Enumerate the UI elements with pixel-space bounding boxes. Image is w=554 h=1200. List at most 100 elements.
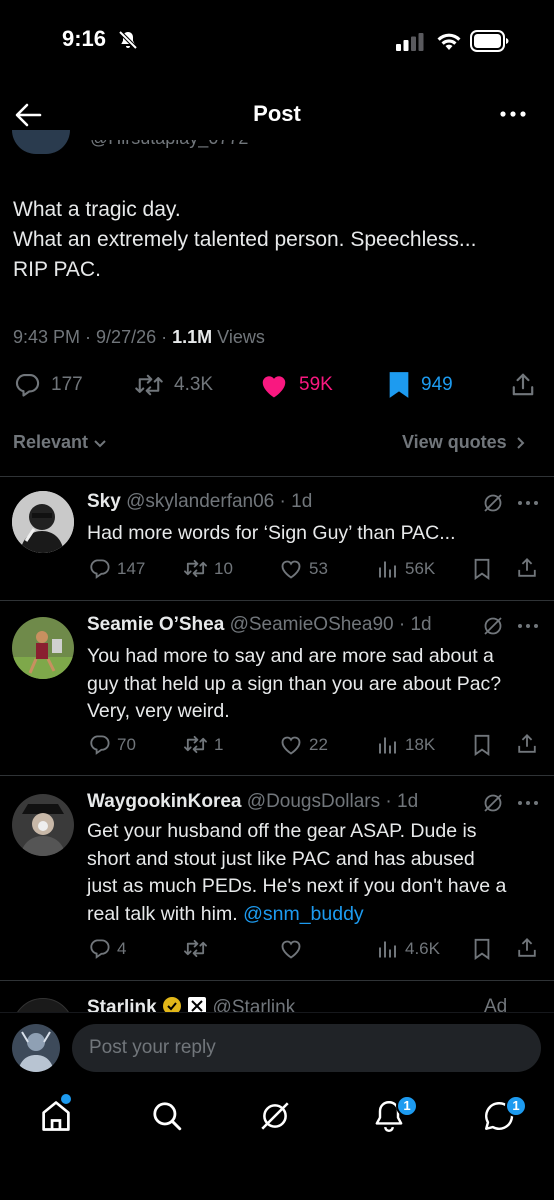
mention-link[interactable]: @snm_buddy (243, 903, 364, 925)
share-icon[interactable] (516, 937, 538, 959)
repost-button[interactable]: 4.3K (134, 371, 213, 399)
repost-icon (135, 374, 163, 396)
views-button[interactable]: 18K (377, 733, 435, 756)
chevron-right-icon (516, 436, 525, 449)
bookmark-button[interactable]: 949 (387, 371, 453, 399)
status-time: 9:16 (62, 26, 107, 51)
grok-icon[interactable] (482, 615, 504, 637)
cellular-signal-icon (396, 33, 424, 51)
repost-count: 10 (214, 558, 233, 578)
more-options-icon[interactable] (498, 102, 528, 126)
more-options-icon[interactable] (516, 621, 540, 631)
reply-author-name[interactable]: WaygookinKorea (87, 791, 242, 812)
repost-icon (184, 735, 207, 754)
views-count: 56K (405, 558, 436, 578)
divider (0, 980, 554, 981)
reply-header: Sky @skylanderfan06 · 1d (87, 491, 313, 512)
author-avatar-cutoff[interactable] (12, 130, 70, 154)
reply-author-name[interactable]: Seamie O’Shea (87, 614, 224, 635)
chevron-down-icon (94, 439, 106, 447)
avatar[interactable] (12, 794, 74, 856)
divider (0, 775, 554, 776)
like-button[interactable] (279, 937, 309, 960)
share-icon[interactable] (516, 557, 538, 579)
repost-button[interactable]: 1 (183, 733, 223, 756)
battery-icon (470, 30, 509, 52)
more-options-icon[interactable] (516, 798, 540, 808)
bookmark-count: 949 (421, 374, 453, 395)
reply-count: 4 (117, 938, 127, 958)
reply-line: Get your husband off the gear ASAP. Dude… (87, 820, 477, 842)
like-button[interactable]: 59K (259, 371, 333, 399)
reply-line: just as much PEDs. He's next if you don'… (87, 875, 507, 897)
home-icon[interactable] (38, 1098, 74, 1134)
page-title: Post (253, 101, 301, 126)
grok-icon[interactable] (258, 1099, 292, 1133)
bookmark-icon[interactable] (472, 938, 492, 960)
sort-label: Relevant (13, 432, 89, 452)
bookmark-icon[interactable] (472, 558, 492, 580)
my-avatar[interactable] (12, 1024, 60, 1072)
like-count: 22 (309, 734, 328, 754)
tweet-time: 9:43 PM (13, 327, 81, 347)
reply-icon (15, 374, 40, 397)
reply-age: 1d (397, 791, 419, 812)
heart-icon (281, 940, 301, 959)
view-quotes-link[interactable]: View quotes (402, 432, 529, 453)
reply-count: 177 (51, 374, 83, 395)
views-icon (379, 941, 396, 958)
sort-dropdown[interactable]: Relevant (13, 432, 109, 453)
reply-line: Very, very weird. (87, 700, 230, 722)
tweet-line: RIP PAC. (13, 258, 101, 281)
grok-icon[interactable] (482, 792, 504, 814)
more-options-icon[interactable] (516, 498, 540, 508)
views-button[interactable]: 4.6K (377, 937, 440, 960)
bookmark-icon[interactable] (472, 734, 492, 756)
reply-line: real talk with him. (87, 902, 238, 925)
reply-line: short and stout just like PAC and has ab… (87, 847, 475, 870)
views-count: 18K (405, 734, 436, 754)
views-count: 4.6K (405, 938, 440, 958)
like-button[interactable]: 22 (279, 733, 328, 756)
like-count: 59K (299, 374, 333, 395)
avatar[interactable] (12, 617, 74, 679)
reply-header: Seamie O’Shea @SeamieOShea90 · 1d (87, 614, 432, 635)
reply-icon (90, 939, 110, 959)
messages-badge: 1 (505, 1095, 527, 1117)
grok-icon[interactable] (482, 492, 504, 514)
repost-button[interactable]: 10 (183, 557, 233, 580)
heart-icon (281, 736, 301, 755)
reply-button[interactable]: 177 (13, 371, 83, 399)
reply-author-handle[interactable]: @SeamieOShea90 (230, 614, 394, 635)
like-count: 53 (309, 558, 328, 578)
reply-input[interactable]: Post your reply (72, 1024, 541, 1072)
divider (0, 476, 554, 477)
views-button[interactable]: 56K (377, 557, 435, 580)
share-icon[interactable] (516, 733, 538, 755)
reply-header: WaygookinKorea @DougsDollars · 1d (87, 791, 419, 812)
reply-line: guy that held up a sign than you are abo… (87, 672, 502, 695)
avatar[interactable] (12, 491, 74, 553)
reply-button[interactable]: 70 (88, 733, 136, 756)
reply-age: 1d (410, 614, 432, 635)
home-unread-dot (61, 1094, 71, 1104)
divider (0, 600, 554, 601)
notifications-badge: 1 (396, 1095, 418, 1117)
reply-author-handle[interactable]: @DougsDollars (247, 791, 380, 812)
reply-line: You had more to say and are more sad abo… (87, 645, 494, 667)
tweet-text: What a tragic day. What an extremely tal… (13, 195, 548, 285)
reply-line-with-mention: real talk with him. @snm_buddy (87, 901, 542, 929)
like-button[interactable]: 53 (279, 557, 328, 580)
reply-text: You had more to say and are more sad abo… (87, 643, 542, 726)
repost-button[interactable] (183, 937, 214, 960)
views-count[interactable]: 1.1M (172, 327, 212, 347)
reply-button[interactable]: 147 (88, 557, 145, 580)
share-icon[interactable] (510, 372, 536, 398)
reply-author-name[interactable]: Sky (87, 491, 121, 512)
wifi-icon (437, 33, 461, 50)
reply-button[interactable]: 4 (88, 937, 126, 960)
reply-text: Get your husband off the gear ASAP. Dude… (87, 818, 542, 928)
reply-author-handle[interactable]: @skylanderfan06 (126, 491, 274, 512)
bookmark-filled-icon (389, 372, 409, 398)
search-icon[interactable] (150, 1099, 184, 1133)
